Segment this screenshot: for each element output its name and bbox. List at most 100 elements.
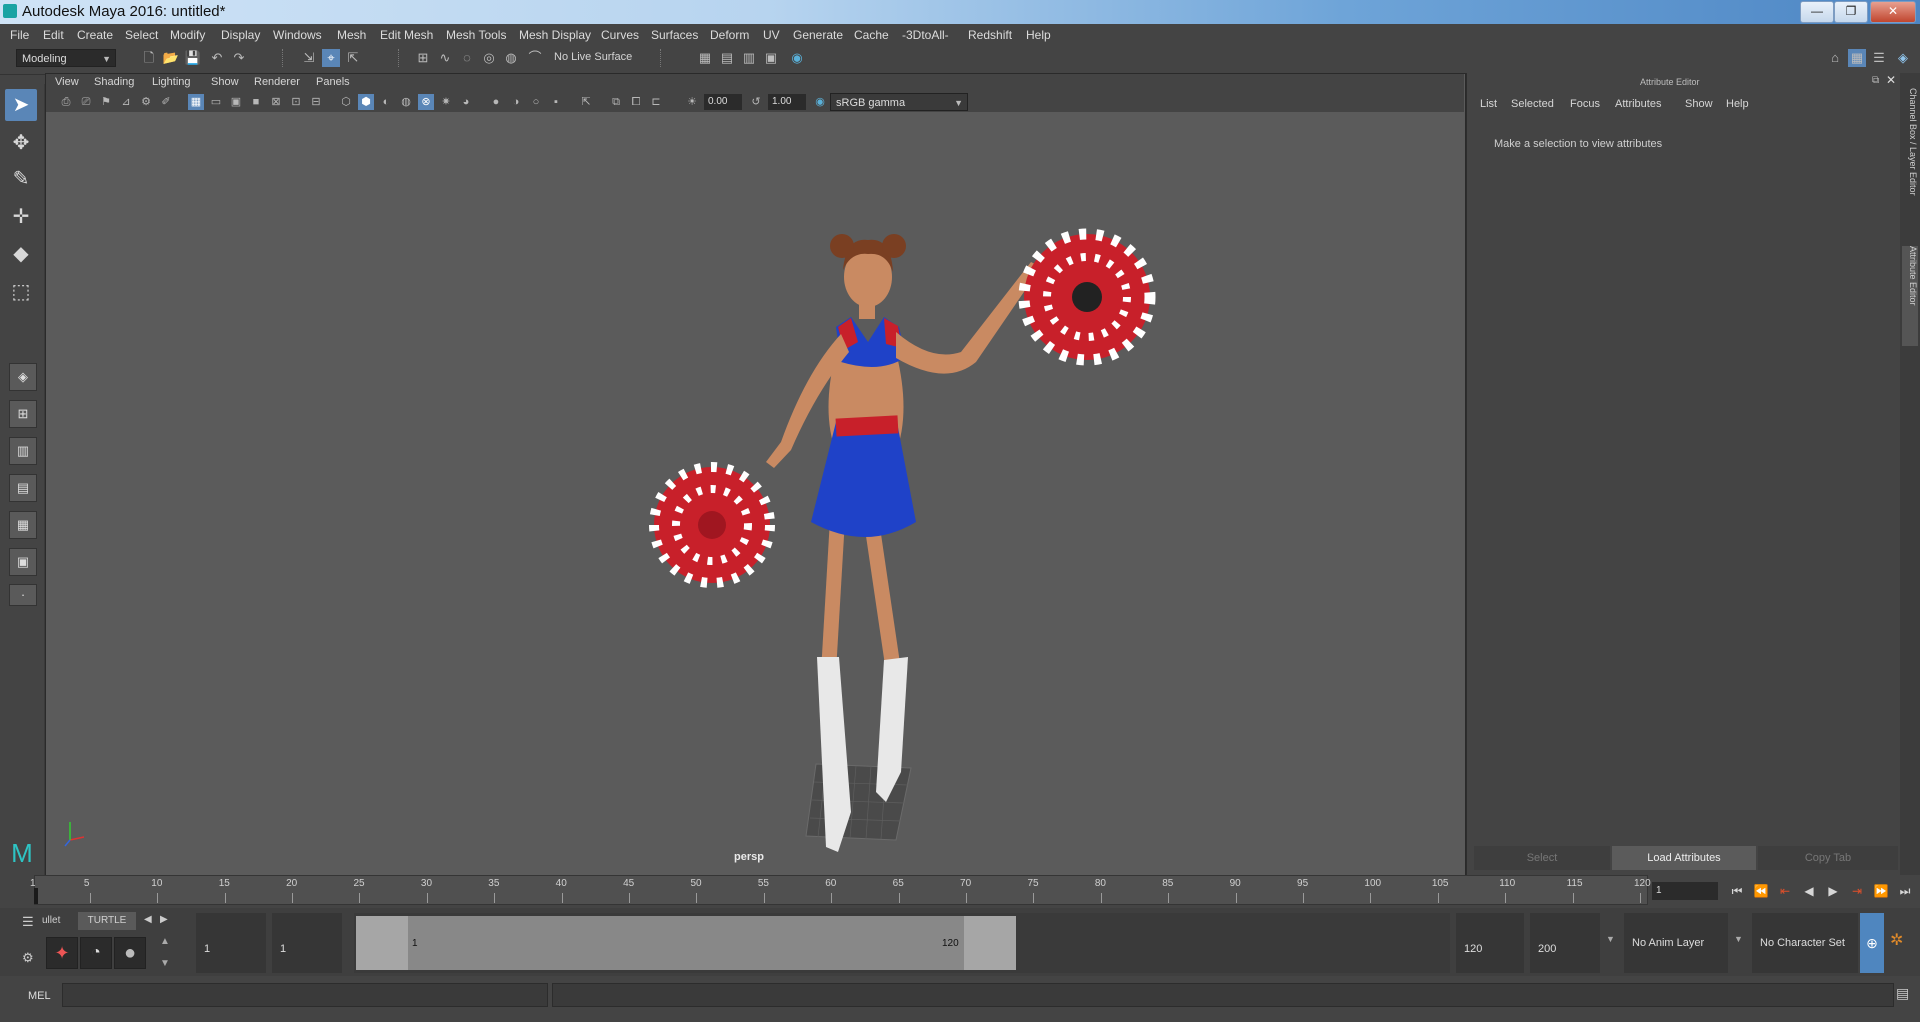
menu-surfaces[interactable]: Surfaces: [651, 28, 698, 42]
shelf-scroll-down-icon[interactable]: ▼: [160, 958, 170, 969]
mel-input-field[interactable]: [62, 983, 548, 1007]
menu-uv[interactable]: UV: [763, 28, 780, 42]
shelf-next-icon[interactable]: ▶: [160, 914, 168, 925]
motion-blur-icon[interactable]: ◑: [508, 94, 524, 110]
playback-end-field[interactable]: 120: [1456, 913, 1524, 973]
move-tool-icon[interactable]: ✛: [5, 201, 37, 233]
panel-menu-renderer[interactable]: Renderer: [254, 76, 300, 88]
shelf-menu-icon[interactable]: ☰: [22, 914, 34, 930]
depth-of-field-icon[interactable]: ▪: [548, 94, 564, 110]
persp-outliner-layout-icon[interactable]: ▥: [9, 437, 37, 465]
panel-menu-lighting[interactable]: Lighting: [152, 76, 191, 88]
resolution-gate-icon[interactable]: ▣: [228, 94, 244, 110]
exposure-icon[interactable]: ☀: [684, 94, 700, 110]
save-scene-icon[interactable]: 💾: [184, 49, 202, 67]
chevron-down-icon[interactable]: ▼: [1606, 934, 1615, 944]
menu-mesh-tools[interactable]: Mesh Tools: [446, 28, 506, 42]
snap-live-icon[interactable]: ⌒: [526, 49, 544, 67]
playback-start-field[interactable]: 1: [272, 913, 342, 973]
persp-graph-layout-icon[interactable]: ▤: [9, 474, 37, 502]
animation-end-field[interactable]: 200: [1530, 913, 1600, 973]
exposure-field[interactable]: 0.00: [704, 94, 742, 110]
field-chart-icon[interactable]: ⊠: [268, 94, 284, 110]
auto-key-icon[interactable]: ⊕: [1860, 913, 1884, 973]
backface-icon[interactable]: ⊏: [648, 94, 664, 110]
layout-icon[interactable]: ▦: [1848, 49, 1866, 67]
select-object-icon[interactable]: ⌖: [322, 49, 340, 67]
render-view-icon[interactable]: ▦: [696, 49, 714, 67]
step-forward-key-icon[interactable]: ⇥: [1848, 882, 1866, 900]
menu-mesh-display[interactable]: Mesh Display: [519, 28, 591, 42]
select-component-icon[interactable]: ⇱: [344, 49, 362, 67]
panel-menu-panels[interactable]: Panels: [316, 76, 350, 88]
menu-deform[interactable]: Deform: [710, 28, 749, 42]
gate-mask-icon[interactable]: ■: [248, 94, 264, 110]
xray-icon[interactable]: ◕: [458, 94, 474, 110]
select-tool-icon[interactable]: ➤: [5, 89, 37, 121]
camera-attributes-icon[interactable]: ⚙: [138, 94, 154, 110]
layout-options-icon[interactable]: ·: [9, 584, 37, 606]
camera-lock-icon[interactable]: ⎚: [78, 94, 94, 110]
snap-grid-icon[interactable]: ⊞: [414, 49, 432, 67]
open-scene-icon[interactable]: 📂: [162, 49, 180, 67]
turtle-sphere-icon[interactable]: ●: [114, 937, 146, 969]
restore-button[interactable]: ❐: [1834, 1, 1868, 23]
bookmark-icon[interactable]: ⚑: [98, 94, 114, 110]
select-hierarchy-icon[interactable]: ⇲: [300, 49, 318, 67]
chevron-down-icon[interactable]: ▼: [1734, 934, 1743, 944]
ambient-occlusion-icon[interactable]: ●: [488, 94, 504, 110]
step-back-key-icon[interactable]: ⇤: [1776, 882, 1794, 900]
menu-create[interactable]: Create: [77, 28, 113, 42]
menu-3dtoall[interactable]: -3DtoAll-: [902, 28, 949, 42]
attr-menu-help[interactable]: Help: [1726, 98, 1749, 110]
safe-title-icon[interactable]: ⊟: [308, 94, 324, 110]
antialiasing-icon[interactable]: ○: [528, 94, 544, 110]
custom-layout-icon[interactable]: ▣: [9, 548, 37, 576]
character-set-dropdown[interactable]: No Character Set: [1752, 913, 1858, 973]
menu-generate[interactable]: Generate: [793, 28, 843, 42]
redo-icon[interactable]: ↷: [230, 49, 248, 67]
channel-box-toggle-icon[interactable]: ◈: [1894, 49, 1912, 67]
lasso-tool-icon[interactable]: ✥: [5, 127, 37, 159]
range-end-handle[interactable]: [964, 916, 1016, 970]
shadows-icon[interactable]: ✷: [438, 94, 454, 110]
attr-menu-list[interactable]: List: [1480, 98, 1497, 110]
perspective-viewport[interactable]: [46, 112, 1464, 874]
current-frame-field[interactable]: 1: [1652, 882, 1718, 900]
attr-menu-focus[interactable]: Focus: [1570, 98, 1600, 110]
menu-curves[interactable]: Curves: [601, 28, 639, 42]
step-back-frame-icon[interactable]: ⏪: [1752, 882, 1770, 900]
anim-layer-dropdown[interactable]: No Anim Layer: [1624, 913, 1728, 973]
panel-menu-view[interactable]: View: [55, 76, 79, 88]
color-space-dropdown[interactable]: sRGB gamma ▼: [830, 93, 968, 111]
render-frame-icon[interactable]: ▤: [718, 49, 736, 67]
grid-toggle-icon[interactable]: ▦: [188, 94, 204, 110]
channel-box-tab[interactable]: Channel Box / Layer Editor: [1902, 88, 1918, 238]
wireframe-on-shaded-icon[interactable]: ◐: [378, 94, 394, 110]
persp-graph-hypershade-icon[interactable]: ▦: [9, 511, 37, 539]
close-panel-icon[interactable]: ✕: [1886, 73, 1896, 87]
snap-view-icon[interactable]: ◎: [480, 49, 498, 67]
go-to-start-icon[interactable]: ⏮: [1728, 882, 1746, 900]
turtle-bake-icon[interactable]: ◔: [80, 937, 112, 969]
menu-help[interactable]: Help: [1026, 28, 1051, 42]
attr-menu-attributes[interactable]: Attributes: [1615, 98, 1661, 110]
turtle-render-icon[interactable]: ✦: [46, 937, 78, 969]
shelf-prev-icon[interactable]: ◀: [144, 914, 152, 925]
shelf-tab-bullet[interactable]: ullet: [42, 912, 72, 930]
workspace-icon[interactable]: ⌂: [1826, 49, 1844, 67]
attribute-editor-tab[interactable]: Attribute Editor: [1902, 246, 1918, 346]
xray-joints-icon[interactable]: ⧉: [608, 94, 624, 110]
undo-icon[interactable]: ↶: [208, 49, 226, 67]
shelf-tab-turtle[interactable]: TURTLE: [78, 912, 136, 930]
shelf-settings-icon[interactable]: ⚙: [22, 950, 34, 966]
menu-windows[interactable]: Windows: [273, 28, 322, 42]
live-surface-label[interactable]: No Live Surface: [554, 51, 632, 63]
menu-select[interactable]: Select: [125, 28, 158, 42]
range-start-handle[interactable]: [356, 916, 408, 970]
timeline-ruler[interactable]: [34, 875, 1648, 905]
xray-active-icon[interactable]: ⧠: [628, 94, 644, 110]
grease-pencil-icon[interactable]: ✐: [158, 94, 174, 110]
menu-edit[interactable]: Edit: [43, 28, 64, 42]
attr-menu-show[interactable]: Show: [1685, 98, 1713, 110]
